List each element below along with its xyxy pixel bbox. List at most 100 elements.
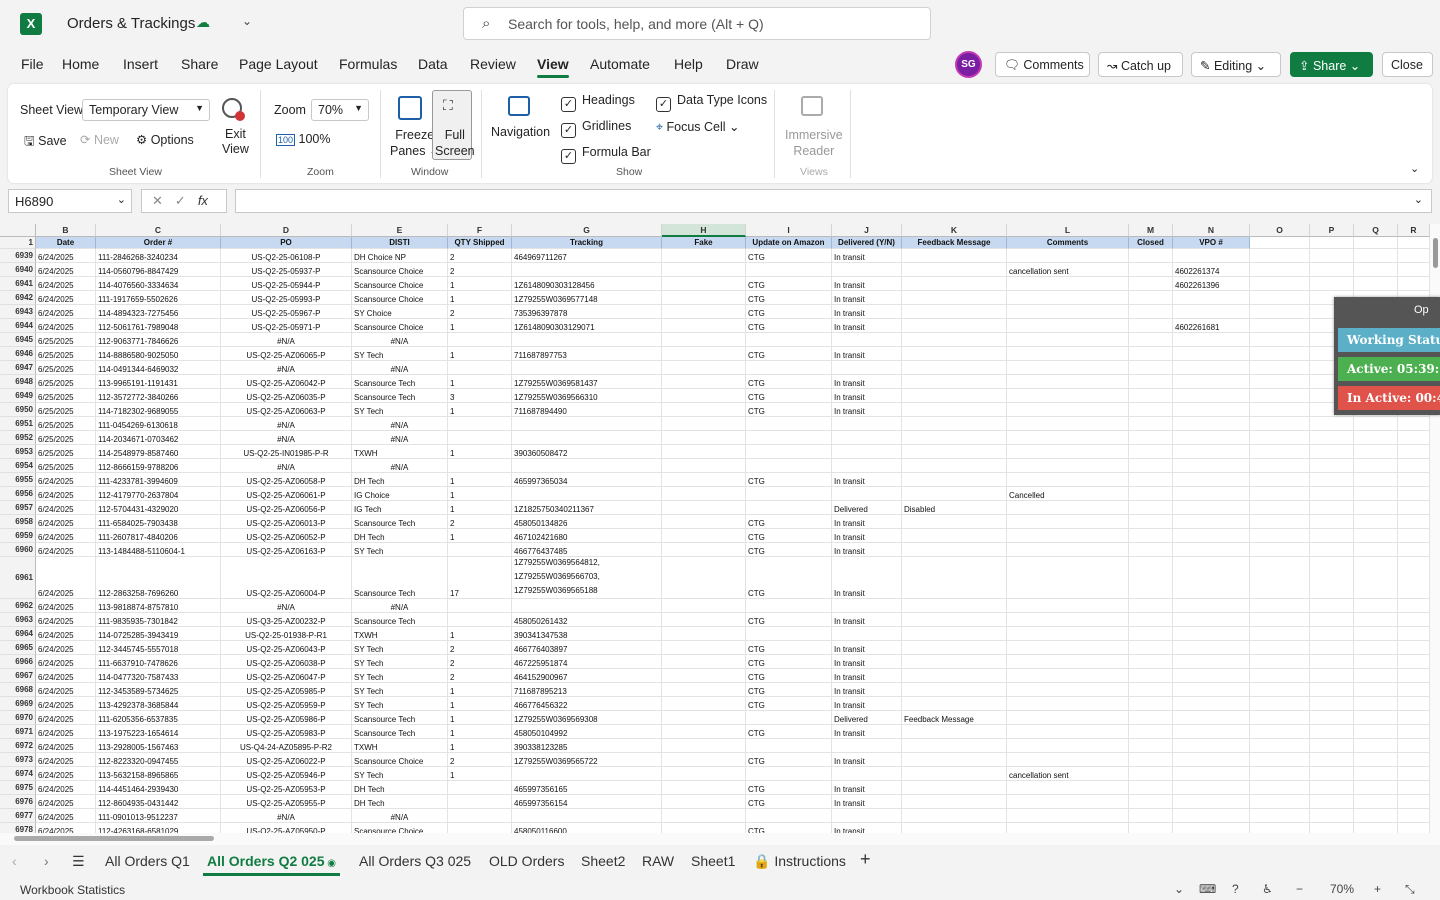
cell[interactable]	[902, 781, 1007, 795]
cell[interactable]	[662, 795, 746, 809]
cell[interactable]	[662, 809, 746, 823]
cell[interactable]: 466776437485	[512, 543, 662, 557]
cell[interactable]: 6/24/2025	[36, 767, 96, 781]
cancel-icon[interactable]: ✕	[152, 193, 175, 208]
cell[interactable]	[1129, 445, 1173, 459]
cell[interactable]	[1354, 557, 1398, 599]
cell[interactable]: 114-0477320-7587433	[96, 669, 221, 683]
cell[interactable]: 390341347538	[512, 627, 662, 641]
cell[interactable]: 114-4894323-7275456	[96, 305, 221, 319]
sheet-view-dropdown[interactable]: Temporary View ▼	[82, 99, 210, 121]
cell[interactable]	[1398, 753, 1430, 767]
cell[interactable]: In transit	[832, 655, 902, 669]
cell[interactable]	[1398, 417, 1430, 431]
cell[interactable]	[1398, 767, 1430, 781]
sheet-tab-old-orders[interactable]: OLD Orders	[489, 853, 564, 869]
cell[interactable]	[1007, 753, 1129, 767]
column-header-m[interactable]: M	[1129, 224, 1173, 237]
cell[interactable]	[1129, 557, 1173, 599]
cell[interactable]	[1398, 781, 1430, 795]
cell[interactable]	[902, 333, 1007, 347]
cell[interactable]	[902, 291, 1007, 305]
cell[interactable]	[746, 361, 832, 375]
column-title[interactable]: PO	[221, 237, 352, 249]
cell[interactable]	[1173, 823, 1250, 833]
cell[interactable]: CTG	[746, 655, 832, 669]
cell[interactable]	[1007, 557, 1129, 599]
cell[interactable]	[1310, 263, 1354, 277]
cell[interactable]	[902, 543, 1007, 557]
cell[interactable]	[512, 599, 662, 613]
cell[interactable]	[746, 459, 832, 473]
cell[interactable]: 112-4263168-6581029	[96, 823, 221, 833]
cell[interactable]	[902, 613, 1007, 627]
cell[interactable]	[1354, 487, 1398, 501]
cell[interactable]: 6/24/2025	[36, 543, 96, 557]
cell[interactable]: #N/A	[221, 417, 352, 431]
cell[interactable]	[1173, 669, 1250, 683]
cell[interactable]: 390338123285	[512, 739, 662, 753]
cell[interactable]	[662, 557, 746, 599]
cell[interactable]	[1173, 375, 1250, 389]
cell[interactable]	[1250, 291, 1310, 305]
cell[interactable]	[448, 809, 512, 823]
cell[interactable]: In transit	[832, 291, 902, 305]
cell[interactable]	[1129, 725, 1173, 739]
cell[interactable]: #N/A	[221, 809, 352, 823]
cell[interactable]	[1173, 487, 1250, 501]
cell[interactable]	[1250, 459, 1310, 473]
column-header-q[interactable]: Q	[1354, 224, 1398, 237]
immersive-reader-button[interactable]: Immersive Reader	[785, 127, 843, 159]
cell[interactable]: Feedback Message	[902, 711, 1007, 725]
cell[interactable]	[1250, 333, 1310, 347]
cell[interactable]: 113-2928005-1567463	[96, 739, 221, 753]
cell[interactable]	[1173, 361, 1250, 375]
cell[interactable]	[1129, 795, 1173, 809]
comments-button[interactable]: 🗨 Comments	[995, 52, 1090, 77]
cell[interactable]	[1250, 347, 1310, 361]
cell[interactable]	[1129, 277, 1173, 291]
cell[interactable]	[1398, 697, 1430, 711]
cell[interactable]: 111-6584025-7903438	[96, 515, 221, 529]
row-header[interactable]: 6947	[0, 361, 36, 375]
cell[interactable]	[1007, 697, 1129, 711]
cell[interactable]	[1310, 557, 1354, 599]
cell[interactable]	[1398, 445, 1430, 459]
cell[interactable]	[1129, 403, 1173, 417]
cell[interactable]	[746, 431, 832, 445]
row-header[interactable]: 6965	[0, 641, 36, 655]
cell[interactable]: CTG	[746, 473, 832, 487]
cell[interactable]	[746, 627, 832, 641]
cell[interactable]	[1129, 487, 1173, 501]
cell[interactable]	[1354, 501, 1398, 515]
cell[interactable]	[1354, 823, 1398, 833]
cell[interactable]	[746, 487, 832, 501]
cell[interactable]	[1310, 711, 1354, 725]
cell[interactable]	[1129, 767, 1173, 781]
menu-formulas[interactable]: Formulas	[339, 56, 397, 72]
cell[interactable]: 711687897753	[512, 347, 662, 361]
cell[interactable]: 6/24/2025	[36, 739, 96, 753]
cell[interactable]: 1	[448, 739, 512, 753]
navigation-button[interactable]: Navigation	[491, 125, 550, 139]
cell[interactable]: 114-4076560-3334634	[96, 277, 221, 291]
cell[interactable]: #N/A	[221, 599, 352, 613]
cell[interactable]	[1173, 291, 1250, 305]
cell[interactable]: 1	[448, 473, 512, 487]
cell[interactable]	[1250, 319, 1310, 333]
cell[interactable]	[1129, 823, 1173, 833]
cell[interactable]	[1129, 291, 1173, 305]
cell[interactable]: In transit	[832, 305, 902, 319]
cell[interactable]: 6/24/2025	[36, 515, 96, 529]
column-title[interactable]: Tracking	[512, 237, 662, 249]
cell[interactable]: US-Q2-25-AZ06022-P	[221, 753, 352, 767]
cell[interactable]	[512, 487, 662, 501]
cell[interactable]: 113-9965191-1191431	[96, 375, 221, 389]
cell[interactable]: 2	[448, 305, 512, 319]
cell[interactable]: US-Q2-25-05937-P	[221, 263, 352, 277]
cell[interactable]	[1250, 767, 1310, 781]
cell[interactable]	[1173, 697, 1250, 711]
cell[interactable]: CTG	[746, 529, 832, 543]
cell[interactable]	[1007, 725, 1129, 739]
cell[interactable]: 2	[448, 655, 512, 669]
